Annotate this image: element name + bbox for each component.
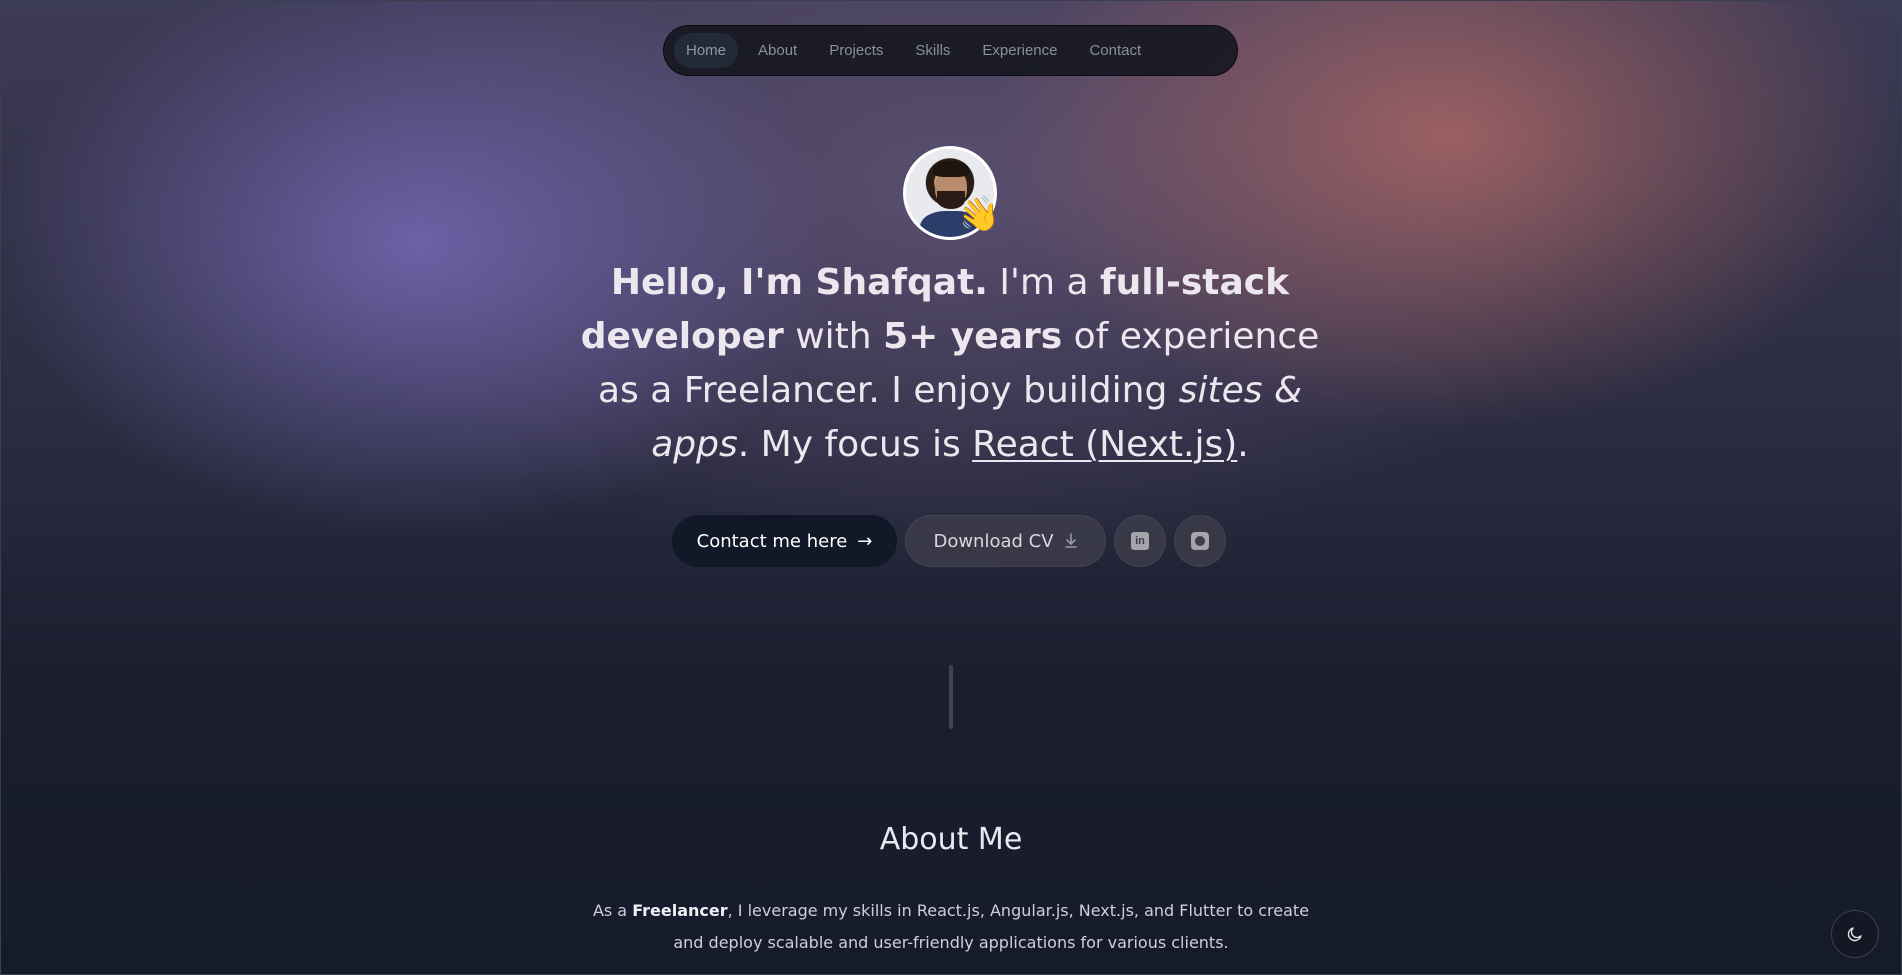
hero-focus: . My focus is xyxy=(737,424,973,465)
top-navigation: Home About Projects Skills Experience Co… xyxy=(663,25,1238,76)
theme-toggle-button[interactable] xyxy=(1831,910,1879,958)
about-description: As a Freelancer, I leverage my skills in… xyxy=(586,895,1316,959)
hero-with: with xyxy=(783,316,884,357)
hero-focus-link[interactable]: React (Next.js) xyxy=(972,424,1237,465)
contact-me-button[interactable]: Contact me here → xyxy=(672,515,897,567)
nav-item-contact[interactable]: Contact xyxy=(1077,33,1153,68)
github-icon xyxy=(1191,532,1209,550)
nav-item-skills[interactable]: Skills xyxy=(903,33,962,68)
download-cv-button[interactable]: Download CV xyxy=(905,515,1106,567)
github-button[interactable] xyxy=(1174,515,1226,567)
about-prefix: As a xyxy=(592,901,633,920)
nav-item-experience[interactable]: Experience xyxy=(970,33,1069,68)
hero-greeting: Hello, I'm Shafqat. xyxy=(610,262,988,303)
nav-item-about[interactable]: About xyxy=(746,33,809,68)
download-cv-label: Download CV xyxy=(933,530,1054,552)
hero-years: 5+ years xyxy=(883,316,1063,357)
hero-end: . xyxy=(1237,424,1249,465)
about-section-title: About Me xyxy=(879,822,1023,857)
contact-me-label: Contact me here xyxy=(696,530,848,552)
section-divider xyxy=(949,665,953,729)
hero-im-a: I'm a xyxy=(987,262,1100,303)
waving-hand-icon: 👋 xyxy=(955,192,1004,238)
about-rest: , I leverage my skills in React.js, Angu… xyxy=(673,901,1310,952)
arrow-right-icon: → xyxy=(857,530,873,552)
moon-icon xyxy=(1847,927,1862,942)
hero-intro-text: Hello, I'm Shafqat. I'm a full-stack dev… xyxy=(560,256,1340,472)
linkedin-icon: in xyxy=(1131,532,1149,550)
nav-item-projects[interactable]: Projects xyxy=(817,33,895,68)
about-freelancer: Freelancer xyxy=(632,901,728,920)
linkedin-button[interactable]: in xyxy=(1114,515,1166,567)
nav-item-home[interactable]: Home xyxy=(674,33,739,68)
avatar-hair xyxy=(933,161,969,177)
download-icon xyxy=(1064,533,1077,548)
